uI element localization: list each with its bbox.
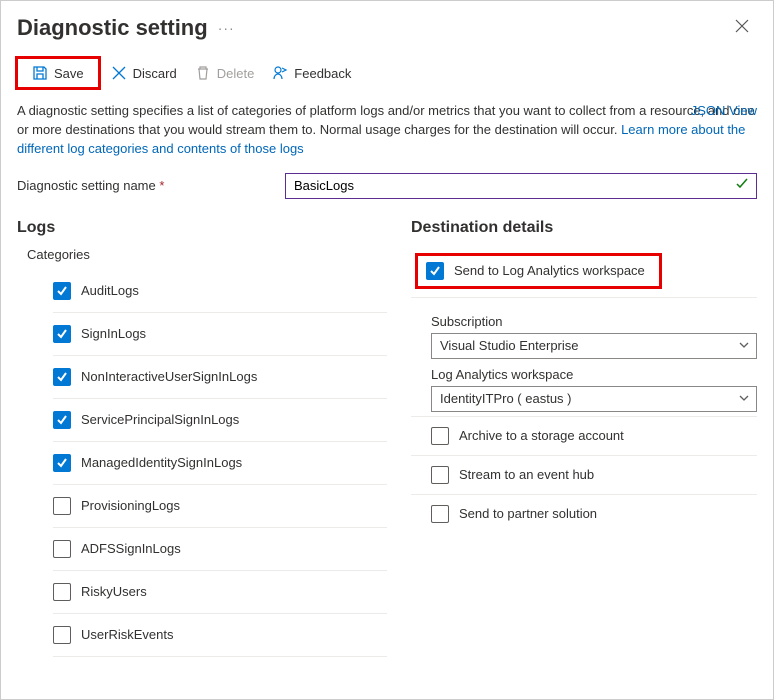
category-item: ProvisioningLogs	[53, 485, 387, 528]
setting-name-label: Diagnostic setting name *	[17, 178, 277, 193]
category-checkbox[interactable]	[53, 325, 71, 343]
categories-label: Categories	[27, 247, 387, 262]
diagnostic-setting-panel: Diagnostic setting ··· Save Discard De	[0, 0, 774, 700]
chevron-down-icon	[738, 339, 750, 354]
delete-button: Delete	[187, 61, 263, 85]
category-item: NonInteractiveUserSignInLogs	[53, 356, 387, 399]
storage-checkbox[interactable]	[431, 427, 449, 445]
category-checkbox[interactable]	[53, 282, 71, 300]
category-checkbox[interactable]	[53, 626, 71, 644]
storage-row: Archive to a storage account	[411, 417, 757, 456]
category-checkbox[interactable]	[53, 368, 71, 386]
panel-header: Diagnostic setting ···	[1, 1, 773, 50]
subscription-label: Subscription	[431, 314, 757, 329]
workspace-label: Log Analytics workspace	[431, 367, 757, 382]
category-item: ServicePrincipalSignInLogs	[53, 399, 387, 442]
feedback-label: Feedback	[294, 66, 351, 81]
destination-heading: Destination details	[411, 219, 757, 237]
description-block: JSON View A diagnostic setting specifies…	[1, 100, 773, 165]
category-item: AuditLogs	[53, 270, 387, 313]
workspace-select[interactable]: IdentityITPro ( eastus )	[431, 386, 757, 412]
category-item: ManagedIdentitySignInLogs	[53, 442, 387, 485]
subscription-value: Visual Studio Enterprise	[440, 338, 579, 353]
category-label: UserRiskEvents	[81, 627, 173, 642]
partner-row: Send to partner solution	[411, 495, 757, 533]
category-item: ADFSSignInLogs	[53, 528, 387, 571]
discard-label: Discard	[133, 66, 177, 81]
partner-checkbox[interactable]	[431, 505, 449, 523]
category-checkbox[interactable]	[53, 454, 71, 472]
main-body: Logs Categories AuditLogs SignInLogs NonIn…	[1, 211, 773, 673]
setting-name-input[interactable]	[285, 173, 757, 199]
close-icon	[735, 19, 749, 33]
category-label: ADFSSignInLogs	[81, 541, 181, 556]
categories-list: AuditLogs SignInLogs NonInteractiveUserSig…	[53, 270, 387, 657]
logs-heading: Logs	[17, 219, 387, 237]
save-label: Save	[54, 66, 84, 81]
category-label: ProvisioningLogs	[81, 498, 180, 513]
setting-name-input-wrap	[285, 173, 757, 199]
category-checkbox[interactable]	[53, 583, 71, 601]
valid-check-icon	[735, 177, 749, 194]
feedback-button[interactable]: Feedback	[264, 61, 359, 85]
log-analytics-label: Send to Log Analytics workspace	[454, 263, 645, 278]
storage-label: Archive to a storage account	[459, 428, 624, 443]
eventhub-label: Stream to an event hub	[459, 467, 594, 482]
category-label: NonInteractiveUserSignInLogs	[81, 369, 257, 384]
feedback-icon	[272, 65, 288, 81]
category-item: RiskyUsers	[53, 571, 387, 614]
delete-icon	[195, 65, 211, 81]
discard-icon	[111, 65, 127, 81]
partner-label: Send to partner solution	[459, 506, 597, 521]
more-menu[interactable]: ···	[218, 20, 235, 36]
setting-name-row: Diagnostic setting name *	[1, 165, 773, 211]
log-analytics-checkbox[interactable]	[426, 262, 444, 280]
category-label: ServicePrincipalSignInLogs	[81, 412, 239, 427]
chevron-down-icon	[738, 392, 750, 407]
category-label: ManagedIdentitySignInLogs	[81, 455, 242, 470]
eventhub-row: Stream to an event hub	[411, 456, 757, 495]
category-item: SignInLogs	[53, 313, 387, 356]
discard-button[interactable]: Discard	[103, 61, 185, 85]
eventhub-checkbox[interactable]	[431, 466, 449, 484]
delete-label: Delete	[217, 66, 255, 81]
category-item: UserRiskEvents	[53, 614, 387, 657]
log-analytics-highlight: Send to Log Analytics workspace	[415, 253, 662, 289]
toolbar: Save Discard Delete Feedback	[1, 50, 773, 100]
category-label: SignInLogs	[81, 326, 146, 341]
subscription-select[interactable]: Visual Studio Enterprise	[431, 333, 757, 359]
workspace-value: IdentityITPro ( eastus )	[440, 391, 572, 406]
save-icon	[32, 65, 48, 81]
close-button[interactable]	[727, 13, 757, 42]
category-label: AuditLogs	[81, 283, 139, 298]
log-analytics-row-wrap: Send to Log Analytics workspace	[411, 247, 757, 298]
json-view-link[interactable]: JSON View	[691, 102, 757, 121]
save-highlight: Save	[15, 56, 101, 90]
save-button[interactable]: Save	[24, 61, 92, 85]
log-analytics-config: Subscription Visual Studio Enterprise Lo…	[411, 298, 757, 417]
setting-name-label-text: Diagnostic setting name	[17, 178, 156, 193]
category-checkbox[interactable]	[53, 540, 71, 558]
logs-column: Logs Categories AuditLogs SignInLogs NonIn…	[17, 211, 387, 657]
category-label: RiskyUsers	[81, 584, 147, 599]
destination-column: Destination details Send to Log Analytic…	[411, 211, 757, 657]
category-checkbox[interactable]	[53, 411, 71, 429]
page-title: Diagnostic setting	[17, 15, 208, 41]
category-checkbox[interactable]	[53, 497, 71, 515]
required-asterisk: *	[159, 178, 164, 193]
